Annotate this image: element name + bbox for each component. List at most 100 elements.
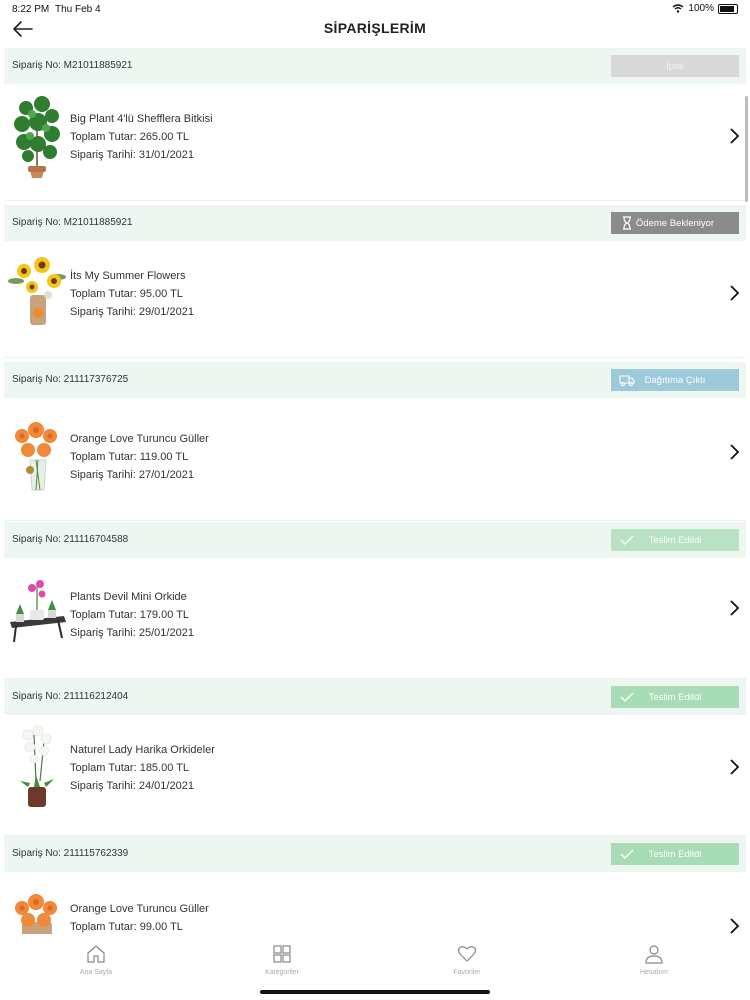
order-row[interactable]: Orange Love Turuncu Güller Toplam Tutar:… — [4, 398, 746, 521]
order-total: Toplam Tutar: 185.00 TL — [70, 762, 190, 774]
order-total: Toplam Tutar: 265.00 TL — [70, 131, 190, 143]
home-icon — [87, 945, 105, 963]
order-card: Sipariş No: 211116212404 Teslim Edildi N… — [4, 679, 746, 836]
navigation-bar: SİPARİŞLERİM — [0, 18, 750, 48]
product-image-summer-flowers — [8, 257, 66, 325]
chevron-right-icon[interactable] — [728, 916, 740, 934]
checkmark-icon — [620, 535, 634, 545]
order-total: Toplam Tutar: 179.00 TL — [70, 609, 190, 621]
chevron-right-icon[interactable] — [728, 283, 740, 303]
order-number: Sipariş No: M21011885921 — [12, 217, 133, 228]
order-number: Sipariş No: 211117376725 — [12, 374, 129, 385]
product-name: Plants Devil Mini Orkide — [70, 591, 187, 603]
order-row[interactable]: Naturel Lady Harika Orkideler Toplam Tut… — [4, 715, 746, 836]
product-image-shefflera — [14, 96, 60, 178]
status-label: Ödeme Bekleniyor — [635, 217, 715, 229]
page-title: SİPARİŞLERİM — [323, 20, 427, 36]
status-badge-delivered: Teslim Edildi — [611, 529, 739, 551]
status-badge-cancelled: İptal — [611, 55, 739, 77]
product-name: Naturel Lady Harika Orkideler — [70, 744, 215, 756]
order-number: Sipariş No: M21011885921 — [12, 60, 133, 71]
status-badge-shipped: Dağıtıma Çıktı — [611, 369, 739, 391]
hourglass-icon — [623, 216, 631, 230]
chevron-right-icon[interactable] — [728, 757, 740, 777]
status-label: Teslim Edildi — [648, 534, 702, 546]
order-date: Sipariş Tarihi: 27/01/2021 — [70, 469, 194, 481]
order-date: Sipariş Tarihi: 31/01/2021 — [70, 149, 194, 161]
battery-icon — [718, 3, 738, 14]
order-details: Big Plant 4'lü Shefflera Bitkisi Toplam … — [70, 110, 213, 164]
order-card: Sipariş No: M21011885921 Ödeme Bekleniyo… — [4, 205, 746, 358]
order-row[interactable]: Plants Devil Mini Orkide Toplam Tutar: 1… — [4, 558, 746, 679]
order-row[interactable]: Big Plant 4'lü Shefflera Bitkisi Toplam … — [4, 84, 746, 201]
heart-icon — [457, 946, 477, 962]
tab-label: Ana Sayfa — [79, 969, 113, 976]
tab-categories[interactable]: Kategoriler — [222, 944, 342, 976]
home-indicator — [260, 990, 490, 994]
order-header: Sipariş No: M21011885921 İptal — [4, 48, 746, 84]
checkmark-icon — [620, 692, 634, 702]
order-number: Sipariş No: 211116704588 — [12, 534, 129, 545]
order-total: Toplam Tutar: 119.00 TL — [70, 451, 189, 463]
product-image-orange-roses — [15, 894, 57, 934]
order-header: Sipariş No: M21011885921 Ödeme Bekleniyo… — [4, 205, 746, 241]
status-time: 8:22 PM — [12, 4, 50, 15]
order-details: Orange Love Turuncu Güller Toplam Tutar:… — [70, 900, 209, 934]
tab-label: Hesabım — [639, 969, 668, 976]
status-bar: 8:22 PM Thu Feb 4 100% — [0, 0, 750, 18]
order-date: Sipariş Tarihi: 25/01/2021 — [70, 627, 194, 639]
order-date: Sipariş Tarihi: 29/01/2021 — [70, 306, 194, 318]
chevron-right-icon[interactable] — [728, 442, 740, 462]
grid-icon — [273, 945, 291, 963]
battery-percent: 100% — [688, 3, 714, 14]
tab-label: Kategoriler — [265, 969, 299, 976]
order-card: Sipariş No: 211115762339 Teslim Edildi O… — [4, 836, 746, 934]
order-details: Orange Love Turuncu Güller Toplam Tutar:… — [70, 430, 209, 484]
chevron-right-icon[interactable] — [728, 126, 740, 146]
order-header: Sipariş No: 211117376725 Dağıtıma Çıktı — [4, 362, 746, 398]
order-card: Sipariş No: M21011885921 İptal Big Plant — [4, 48, 746, 201]
status-badge-delivered: Teslim Edildi — [611, 686, 739, 708]
order-header: Sipariş No: 211115762339 Teslim Edildi — [4, 836, 746, 872]
order-header: Sipariş No: 211116212404 Teslim Edildi — [4, 679, 746, 715]
product-image-orange-roses — [15, 422, 57, 491]
product-name: Orange Love Turuncu Güller — [70, 903, 209, 915]
tab-account[interactable]: Hesabım — [594, 944, 714, 976]
order-header: Sipariş No: 211116704588 Teslim Edildi — [4, 522, 746, 558]
order-total: Toplam Tutar: 95.00 TL — [70, 288, 183, 300]
order-row[interactable]: İts My Summer Flowers Toplam Tutar: 95.0… — [4, 241, 746, 358]
status-badge-delivered: Teslim Edildi — [611, 843, 739, 865]
status-label: Dağıtıma Çıktı — [644, 374, 706, 386]
order-row[interactable]: Orange Love Turuncu Güller Toplam Tutar:… — [4, 872, 746, 934]
product-name: Orange Love Turuncu Güller — [70, 433, 209, 445]
order-date: Sipariş Tarihi: 24/01/2021 — [70, 780, 194, 792]
order-details: Naturel Lady Harika Orkideler Toplam Tut… — [70, 741, 215, 795]
status-label: Teslim Edildi — [648, 691, 702, 703]
scroll-indicator[interactable] — [745, 96, 748, 202]
checkmark-icon — [620, 849, 634, 859]
status-indicators: 100% — [672, 3, 738, 14]
tab-favorites[interactable]: Favoriler — [407, 944, 527, 976]
order-details: Plants Devil Mini Orkide Toplam Tutar: 1… — [70, 588, 194, 642]
order-details: İts My Summer Flowers Toplam Tutar: 95.0… — [70, 267, 194, 321]
order-card: Sipariş No: 211116704588 Teslim Edildi P… — [4, 522, 746, 679]
tab-home[interactable]: Ana Sayfa — [36, 944, 156, 976]
user-icon — [645, 945, 663, 964]
orders-list[interactable]: Sipariş No: M21011885921 İptal Big Plant — [4, 48, 746, 934]
product-name: Big Plant 4'lü Shefflera Bitkisi — [70, 113, 213, 125]
wifi-icon — [672, 4, 684, 13]
order-card: Sipariş No: 211117376725 Dağıtıma Çıktı … — [4, 362, 746, 521]
tab-label: Favoriler — [453, 969, 481, 976]
delivery-truck-icon — [619, 375, 635, 386]
product-image-white-orchids — [20, 725, 54, 807]
order-total: Toplam Tutar: 99.00 TL — [70, 921, 183, 933]
chevron-right-icon[interactable] — [728, 598, 740, 618]
status-label: İptal — [666, 60, 684, 72]
product-image-mini-orchid — [10, 580, 66, 643]
order-number: Sipariş No: 211115762339 — [12, 848, 129, 859]
status-badge-pending: Ödeme Bekleniyor — [611, 212, 739, 234]
status-date: Thu Feb 4 — [55, 4, 101, 15]
status-label: Teslim Edildi — [648, 848, 702, 860]
product-name: İts My Summer Flowers — [70, 270, 186, 282]
order-number: Sipariş No: 211116212404 — [12, 691, 129, 702]
